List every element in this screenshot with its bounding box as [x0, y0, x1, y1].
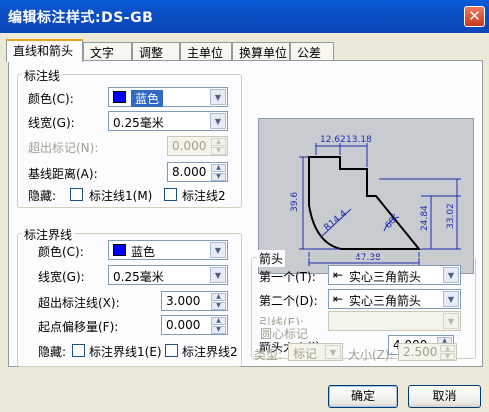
center-group-title: 圆心标记 — [258, 325, 311, 342]
hide-ext-line2-checkbox[interactable] — [165, 344, 178, 357]
tab-lines-arrows[interactable]: 直线和箭头 — [6, 39, 83, 62]
arrow-second-select[interactable]: ⇤ 实心三角箭头 ▼ — [328, 289, 461, 309]
tab-text[interactable]: 文字 — [83, 42, 132, 61]
dim-lineweight-label: 线宽(G): — [28, 116, 75, 130]
color-swatch-icon — [113, 91, 126, 103]
chevron-down-icon[interactable]: ▼ — [443, 267, 459, 283]
chevron-down-icon[interactable]: ▼ — [325, 345, 341, 359]
arrows-group-title: 箭头 — [257, 250, 286, 267]
tab-tolerances[interactable]: 公差 — [290, 42, 334, 61]
ext-color-select[interactable]: 蓝色 ▼ — [108, 240, 228, 260]
arrow-first-label: 第一个(T): — [259, 270, 316, 284]
ext-offset-spinner[interactable]: 0.000 ▲ ▼ — [161, 315, 228, 335]
ext-color-label: 颜色(C): — [38, 245, 84, 259]
spin-down-icon[interactable]: ▼ — [211, 302, 226, 310]
preview-dim-top1: 12.62 — [320, 135, 346, 145]
preview-dim-top2: 13.18 — [346, 135, 372, 145]
preview-image: 12.62 13.18 39.6 R14.4 60° 24.84 33.02 4… — [258, 118, 474, 274]
spin-up-icon[interactable]: ▲ — [211, 138, 226, 146]
ext-extend-label: 超出标注线(X): — [38, 296, 120, 310]
spin-up-icon[interactable]: ▲ — [211, 317, 226, 325]
spin-down-icon[interactable]: ▼ — [440, 353, 455, 360]
chevron-down-icon[interactable]: ▼ — [210, 113, 226, 129]
ext-lineweight-select[interactable]: 0.25毫米 ▼ — [108, 265, 228, 285]
hide-dim-line1-label: 标注线1(M) — [89, 189, 153, 203]
close-button[interactable]: ✕ — [464, 6, 485, 27]
dim-extend-label: 超出标记(N): — [28, 141, 99, 155]
ext-extend-spinner[interactable]: 3.000 ▲ ▼ — [161, 291, 228, 311]
close-icon: ✕ — [468, 7, 481, 25]
hide-ext-line2-label: 标注界线2 — [182, 345, 238, 359]
spin-up-icon[interactable]: ▲ — [211, 293, 226, 301]
preview-dim-r2: 24.84 — [420, 205, 430, 231]
spin-down-icon[interactable]: ▼ — [211, 147, 226, 155]
hide-dim-line2-checkbox[interactable] — [164, 188, 177, 201]
chevron-down-icon[interactable]: ▼ — [210, 267, 226, 283]
preview-dim-radius: R14.4 — [323, 209, 350, 234]
chevron-down-icon[interactable]: ▼ — [210, 242, 226, 258]
hide-dim-line1-checkbox[interactable] — [70, 188, 83, 201]
tab-fit[interactable]: 调整 — [132, 42, 180, 61]
dim-color-select[interactable]: 蓝色 ▼ — [108, 87, 228, 107]
tab-alternate-units[interactable]: 换算单位 — [232, 42, 290, 61]
preview-dim-r3: 33.02 — [446, 203, 456, 229]
chevron-down-icon[interactable]: ▼ — [443, 291, 459, 307]
arrow-second-label: 第二个(D): — [259, 294, 318, 308]
preview-dim-left: 39.6 — [290, 192, 300, 212]
center-type-select[interactable]: 标记 ▼ — [288, 343, 343, 361]
hide-dim-line2-label: 标注线2 — [182, 189, 226, 203]
center-type-label: 类型: — [254, 348, 283, 362]
window-title: 编辑标注样式:DS-GB — [8, 10, 154, 26]
dim-line-group-title: 标注线 — [22, 67, 63, 84]
tab-primary-units[interactable]: 主单位 — [180, 42, 232, 61]
chevron-down-icon[interactable]: ▼ — [210, 89, 226, 105]
ext-line-group-title: 标注界线 — [22, 226, 75, 243]
chevron-down-icon[interactable]: ▼ — [443, 313, 459, 329]
spin-up-icon[interactable]: ▲ — [440, 345, 455, 352]
spin-down-icon[interactable]: ▼ — [211, 326, 226, 334]
dialog-client: 直线和箭头 文字 调整 主单位 换算单位 公差 标注线 颜色(C): 蓝色 ▼ … — [0, 33, 489, 412]
cancel-button[interactable]: 取消 — [408, 385, 481, 408]
ok-button[interactable]: 确定 — [328, 385, 398, 408]
center-size-label: 大小(Z): — [348, 348, 394, 362]
title-bar[interactable]: 编辑标注样式:DS-GB ✕ — [0, 0, 489, 33]
color-swatch-icon — [113, 244, 126, 256]
ext-lineweight-label: 线宽(G): — [38, 270, 85, 284]
preview-dim-angle: 60° — [384, 212, 402, 231]
dim-hide-label: 隐藏: — [28, 189, 57, 203]
dim-color-label: 颜色(C): — [28, 92, 74, 106]
ext-offset-label: 起点偏移量(F): — [38, 320, 119, 334]
arrow-left-icon: ⇤ — [333, 292, 344, 306]
spin-down-icon[interactable]: ▼ — [211, 173, 226, 181]
hide-ext-line1-checkbox[interactable] — [72, 344, 85, 357]
arrow-first-select[interactable]: ⇤ 实心三角箭头 ▼ — [328, 265, 461, 285]
hide-ext-line1-label: 标注界线1(E) — [89, 345, 162, 359]
center-size-spinner[interactable]: 2.500 ▲ ▼ — [398, 343, 457, 361]
dim-lineweight-select[interactable]: 0.25毫米 ▼ — [108, 111, 228, 131]
tab-panel: 标注线 颜色(C): 蓝色 ▼ 线宽(G): 0.25毫米 ▼ 超出标记(N):… — [8, 60, 483, 367]
dim-extend-spinner[interactable]: 0.000 ▲ ▼ — [167, 136, 228, 156]
arrow-leader-select[interactable]: ▼ — [328, 311, 461, 331]
dim-baseline-spinner[interactable]: 8.000 ▲ ▼ — [167, 162, 228, 182]
ext-hide-label: 隐藏: — [38, 345, 67, 359]
preview-drawing: 12.62 13.18 39.6 R14.4 60° 24.84 33.02 4… — [290, 135, 461, 266]
arrow-left-icon: ⇤ — [333, 268, 344, 282]
spin-up-icon[interactable]: ▲ — [211, 164, 226, 172]
dim-baseline-label: 基线距离(A): — [28, 167, 98, 181]
